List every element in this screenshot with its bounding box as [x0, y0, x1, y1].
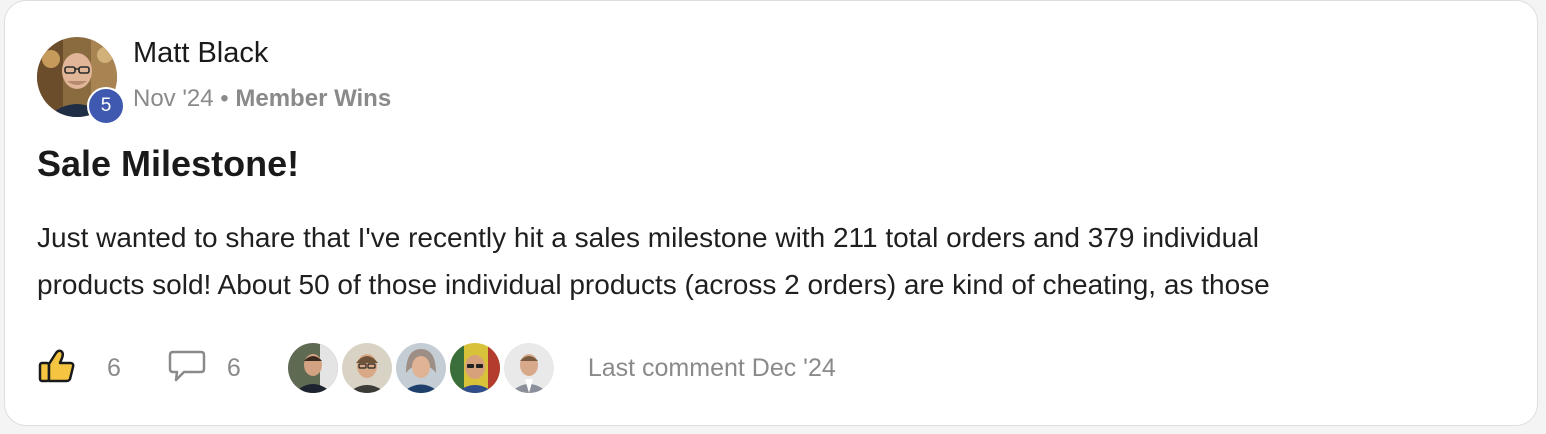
- post-date[interactable]: Nov '24: [133, 85, 214, 112]
- post-category[interactable]: Member Wins: [235, 85, 391, 112]
- thumbs-up-icon[interactable]: [37, 348, 77, 389]
- like-button[interactable]: 6: [37, 348, 121, 389]
- post-card[interactable]: 5 Matt Black Nov '24 • Member Wins Sale …: [4, 0, 1538, 426]
- excerpt-line: products sold! About 50 of those individ…: [37, 269, 1270, 300]
- participant-avatar[interactable]: [341, 343, 392, 393]
- last-comment-date[interactable]: Last comment Dec '24: [588, 354, 836, 383]
- meta-separator: •: [220, 85, 229, 112]
- user-level-badge: 5: [87, 87, 125, 125]
- post-footer: 6 6 Last comment Dec '24: [37, 341, 836, 395]
- author-name[interactable]: Matt Black: [133, 37, 268, 70]
- comment-bubble-icon[interactable]: [167, 349, 207, 388]
- post-excerpt[interactable]: Just wanted to share that I've recently …: [37, 214, 1477, 308]
- participant-avatar[interactable]: [395, 343, 446, 393]
- participant-avatars: [287, 343, 558, 393]
- author-avatar-wrap[interactable]: 5: [37, 37, 125, 125]
- comment-button[interactable]: 6: [167, 349, 241, 388]
- participant-avatar[interactable]: [287, 343, 338, 393]
- excerpt-line: Just wanted to share that I've recently …: [37, 222, 1259, 253]
- comment-count: 6: [226, 353, 241, 382]
- post-meta: Nov '24 • Member Wins: [133, 85, 391, 113]
- participant-avatar[interactable]: [503, 343, 554, 393]
- post-title[interactable]: Sale Milestone!: [37, 143, 299, 185]
- like-count: 6: [107, 353, 121, 382]
- participant-avatar[interactable]: [449, 343, 500, 393]
